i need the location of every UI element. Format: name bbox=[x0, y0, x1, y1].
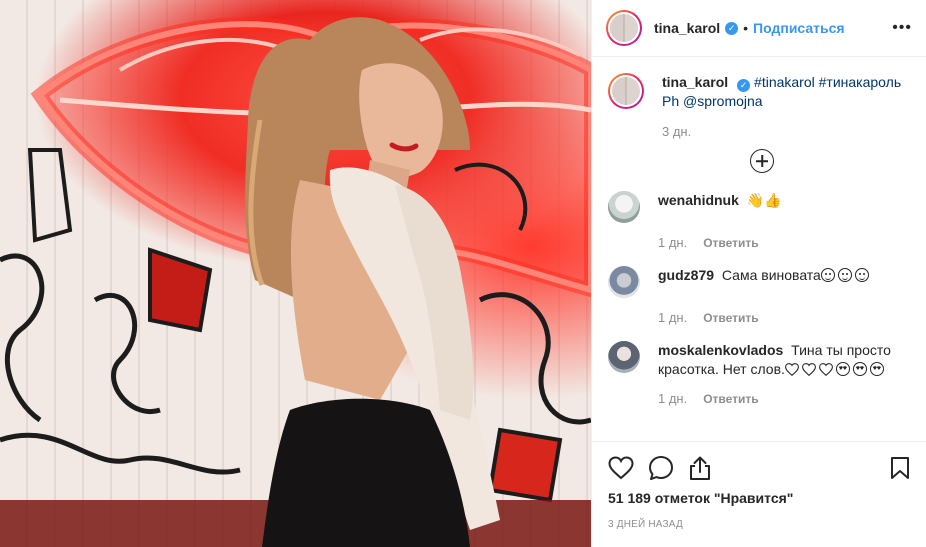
caption-credit[interactable]: Ph @spromojna bbox=[662, 93, 763, 109]
instagram-post: tina_karol ✓ • Подписаться ••• tina_karo… bbox=[0, 0, 926, 547]
share-icon[interactable] bbox=[688, 455, 712, 481]
thumbs-up-emoji: 👍 bbox=[764, 192, 782, 208]
comment-meta: 1 дн. Ответить bbox=[658, 391, 910, 406]
comment-text: moskalenkovlados Тина ты просто красотка… bbox=[658, 341, 910, 379]
caption-avatar[interactable] bbox=[608, 73, 644, 109]
comment: wenahidnuk 👋👍 1 дн. Ответить bbox=[608, 191, 910, 250]
caption-text: tina_karol ✓ #tinakarol #тинакароль Ph @s… bbox=[662, 73, 901, 111]
face-emoji bbox=[837, 268, 852, 282]
verified-icon: ✓ bbox=[725, 21, 739, 35]
heart-eyes-emoji bbox=[852, 362, 867, 376]
load-more-comments[interactable] bbox=[608, 149, 910, 173]
comment-text: gudz879 Сама виновата bbox=[658, 266, 872, 285]
comments-list[interactable]: tina_karol ✓ #tinakarol #тинакароль Ph @s… bbox=[592, 57, 926, 441]
separator-dot: • bbox=[743, 20, 749, 36]
face-emoji bbox=[820, 268, 835, 282]
post-caption: tina_karol ✓ #tinakarol #тинакароль Ph @s… bbox=[608, 73, 910, 139]
commenter-username[interactable]: moskalenkovlados bbox=[658, 342, 783, 358]
caption-hashtags[interactable]: #tinakarol #тинакароль bbox=[754, 74, 901, 90]
caption-username[interactable]: tina_karol bbox=[662, 74, 728, 90]
comment: gudz879 Сама виновата 1 дн. Ответить bbox=[608, 266, 910, 325]
reply-button[interactable]: Ответить bbox=[703, 311, 758, 325]
commenter-username[interactable]: gudz879 bbox=[658, 267, 714, 283]
heart-emoji bbox=[801, 362, 816, 377]
comment-time[interactable]: 1 дн. bbox=[658, 310, 687, 325]
face-emoji bbox=[854, 268, 869, 282]
comment-icon[interactable] bbox=[648, 455, 674, 481]
likes-count[interactable]: 51 189 отметок "Нравится" bbox=[608, 490, 910, 506]
commenter-username[interactable]: wenahidnuk bbox=[658, 192, 739, 208]
comment-text: wenahidnuk 👋👍 bbox=[658, 191, 782, 210]
commenter-avatar[interactable] bbox=[608, 191, 640, 223]
caption-meta: 3 дн. bbox=[662, 124, 910, 139]
heart-emoji bbox=[784, 362, 799, 377]
comment: moskalenkovlados Тина ты просто красотка… bbox=[608, 341, 910, 406]
post-header: tina_karol ✓ • Подписаться ••• bbox=[592, 0, 926, 57]
bookmark-icon[interactable] bbox=[890, 456, 910, 480]
heart-emoji bbox=[818, 362, 833, 377]
plus-circle-icon[interactable] bbox=[750, 149, 774, 173]
post-sidebar: tina_karol ✓ • Подписаться ••• tina_karo… bbox=[591, 0, 926, 547]
author-username[interactable]: tina_karol bbox=[654, 20, 720, 36]
heart-icon[interactable] bbox=[608, 456, 634, 480]
comment-time[interactable]: 1 дн. bbox=[658, 391, 687, 406]
commenter-avatar[interactable] bbox=[608, 266, 640, 298]
author-avatar[interactable] bbox=[606, 10, 642, 46]
waving-hand-emoji: 👋 bbox=[746, 192, 765, 208]
comment-time[interactable]: 1 дн. bbox=[658, 235, 687, 250]
post-actions: 51 189 отметок "Нравится" 3 дней назад bbox=[592, 441, 926, 547]
commenter-avatar[interactable] bbox=[608, 341, 640, 373]
comment-meta: 1 дн. Ответить bbox=[658, 310, 910, 325]
comment-message: Сама виновата bbox=[721, 267, 821, 283]
action-icons bbox=[608, 454, 910, 482]
verified-icon: ✓ bbox=[737, 79, 751, 92]
reply-button[interactable]: Ответить bbox=[703, 236, 758, 250]
heart-eyes-emoji bbox=[869, 362, 884, 376]
reply-button[interactable]: Ответить bbox=[703, 392, 758, 406]
comment-meta: 1 дн. Ответить bbox=[658, 235, 910, 250]
follow-button[interactable]: Подписаться bbox=[753, 20, 845, 36]
post-photo[interactable] bbox=[0, 0, 591, 547]
post-date[interactable]: 3 дней назад bbox=[608, 519, 910, 530]
more-options-icon[interactable]: ••• bbox=[892, 20, 912, 36]
caption-time[interactable]: 3 дн. bbox=[662, 124, 691, 139]
photo-artwork bbox=[0, 17, 591, 547]
heart-eyes-emoji bbox=[835, 362, 850, 376]
